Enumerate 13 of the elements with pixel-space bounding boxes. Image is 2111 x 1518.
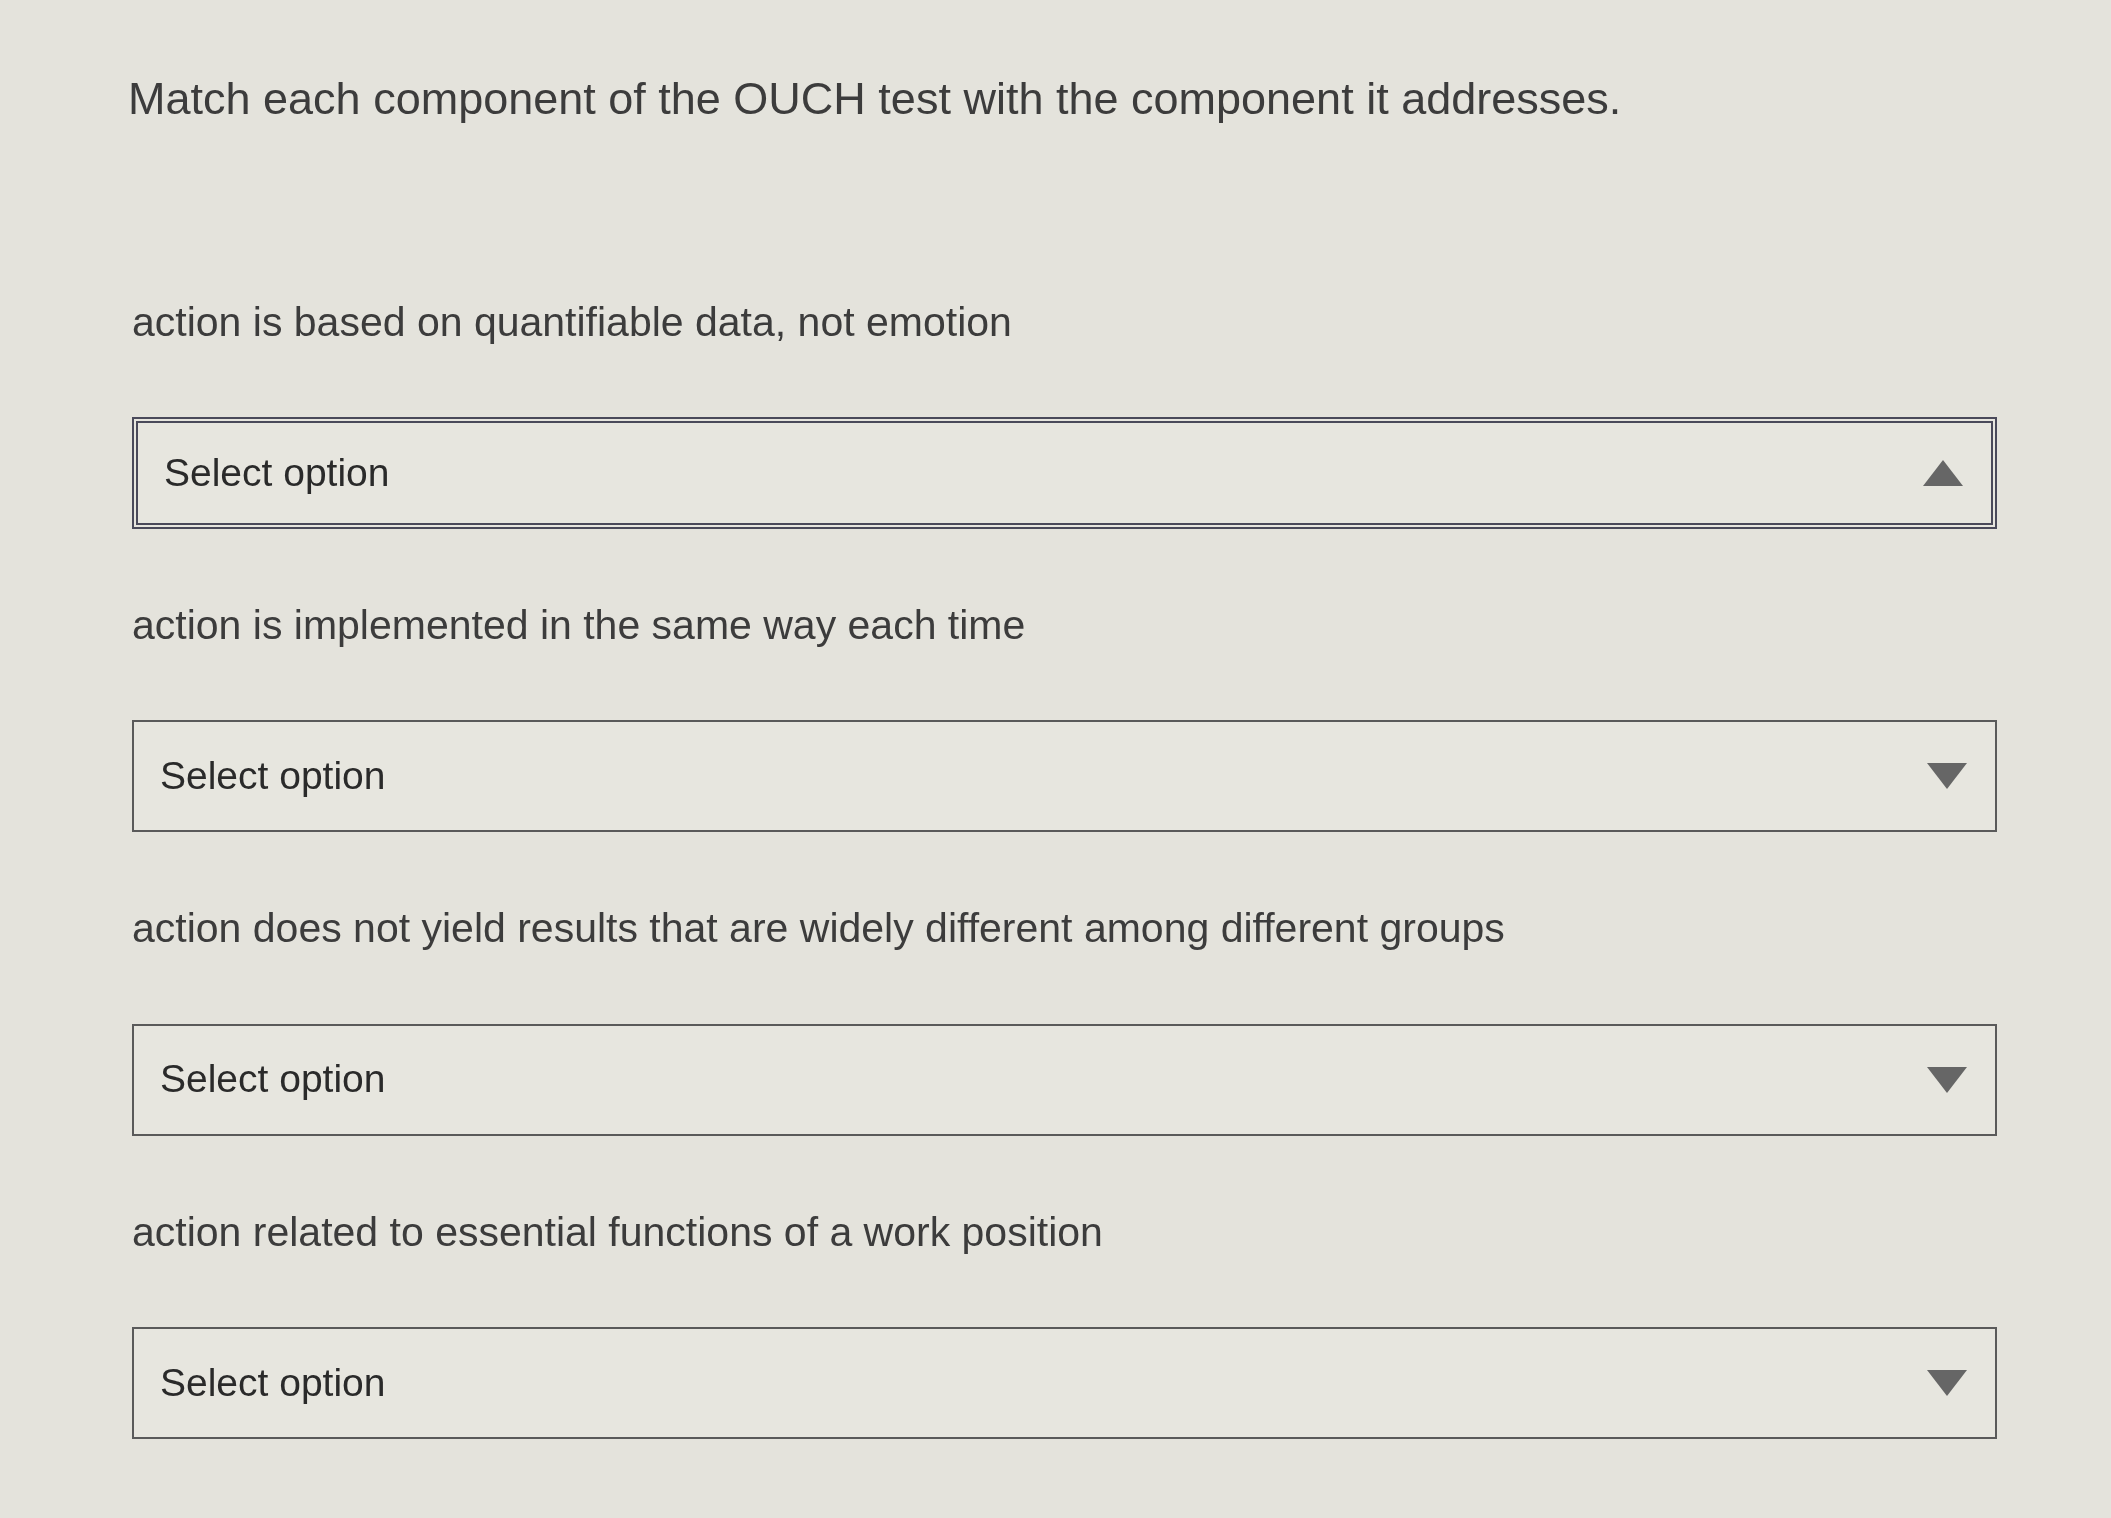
match-prompt: action related to essential functions of a work position <box>132 1207 1104 1257</box>
select-dropdown[interactable]: Select option <box>132 417 1997 530</box>
caret-down-icon <box>1927 1066 1967 1093</box>
caret-down-icon <box>1927 763 1967 790</box>
match-prompt: action is implemented in the same way each time <box>132 601 1027 651</box>
select-dropdown[interactable]: Select option <box>132 1023 1997 1136</box>
caret-down-icon <box>1927 1369 1967 1396</box>
select-dropdown[interactable]: Select option <box>132 720 1997 833</box>
question-title: Match each component of the OUCH test with the component it addresses. <box>128 72 1623 126</box>
match-prompt: action does not yield results that are widely different among different groups <box>132 904 1506 954</box>
match-prompt: action is based on quantifiable data, not emotion <box>132 298 1013 347</box>
select-dropdown[interactable]: Select option <box>132 1326 1997 1439</box>
caret-up-icon <box>1923 460 1963 487</box>
